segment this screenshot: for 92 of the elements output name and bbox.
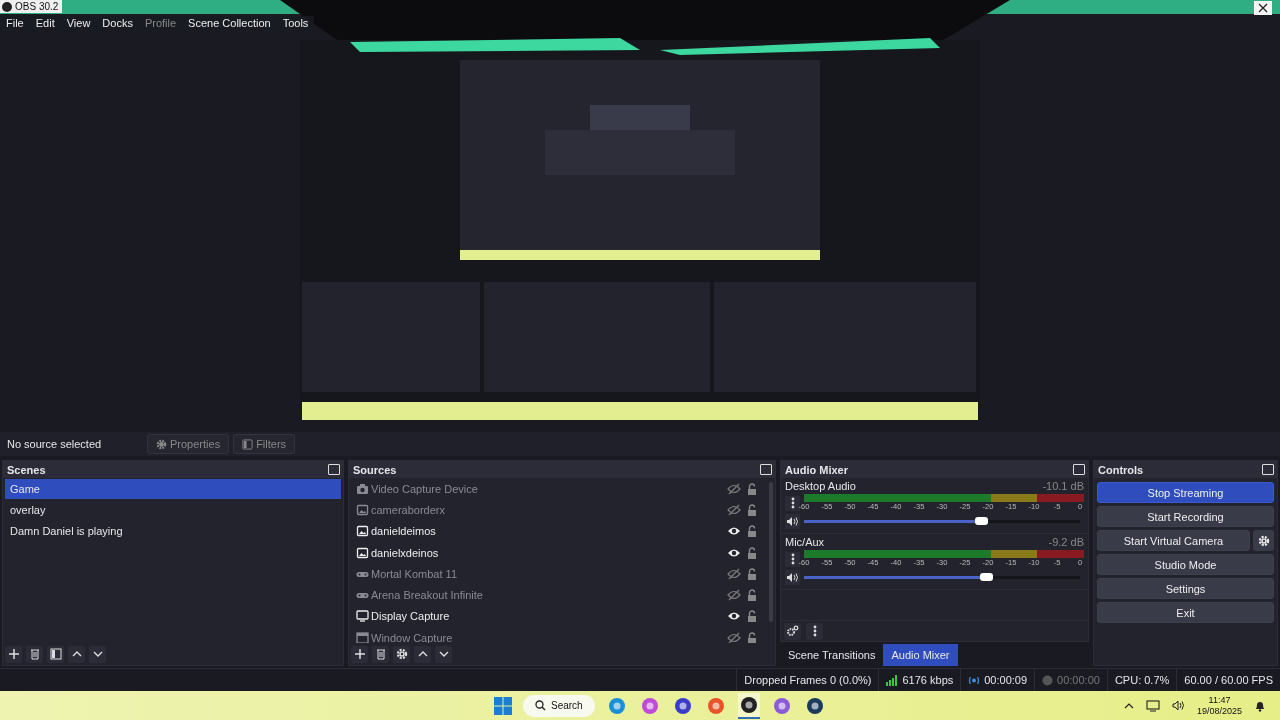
crossed-eye-icon[interactable] xyxy=(727,589,741,602)
source-name[interactable]: Window Capture xyxy=(371,631,727,643)
app-icon[interactable] xyxy=(673,696,692,715)
speaker-icon[interactable] xyxy=(785,514,800,529)
add-icon[interactable] xyxy=(5,645,22,663)
trash-icon[interactable] xyxy=(26,645,43,663)
record-time: 00:00:00 xyxy=(1057,674,1100,686)
search-icon xyxy=(535,700,546,711)
monitor-icon[interactable] xyxy=(1145,699,1160,712)
lock-icon[interactable] xyxy=(747,567,757,580)
trash-icon[interactable] xyxy=(372,645,389,663)
bell-icon[interactable] xyxy=(1254,699,1266,712)
slider-thumb[interactable] xyxy=(974,517,988,525)
camera-icon xyxy=(356,482,369,495)
undock-icon[interactable] xyxy=(1262,464,1274,475)
clock-time[interactable]: 11:47 xyxy=(1208,694,1231,706)
lock-icon[interactable] xyxy=(747,631,757,643)
volume-slider[interactable] xyxy=(804,520,1080,523)
settings-button[interactable] xyxy=(1253,530,1274,551)
volume-reading: -9.2 dB xyxy=(1048,536,1084,548)
app-icon[interactable] xyxy=(739,695,758,714)
volume-reading: -10.1 dB xyxy=(1042,480,1084,492)
speaker-icon[interactable] xyxy=(785,570,800,585)
control-button[interactable]: Stop Streaming xyxy=(1097,482,1274,503)
selection-label: No source selected xyxy=(7,438,103,450)
clock-date[interactable]: 19/08/2025 xyxy=(1196,705,1242,717)
settings-icon[interactable] xyxy=(393,645,410,663)
speaker-icon[interactable] xyxy=(1171,700,1185,711)
image-icon xyxy=(356,546,369,559)
source-name[interactable]: danieldeimos xyxy=(371,525,727,538)
lock-icon[interactable] xyxy=(747,503,757,516)
source-name[interactable]: Arena Breakout Infinite xyxy=(371,589,727,602)
filter-icon xyxy=(242,438,254,450)
gears-icon[interactable] xyxy=(784,622,801,640)
bitrate: 6176 kbps xyxy=(902,674,954,686)
add-icon[interactable] xyxy=(351,645,368,663)
more-icon[interactable] xyxy=(806,622,823,640)
display-icon xyxy=(356,610,369,623)
stream-time: 00:00:09 xyxy=(984,674,1028,686)
dock-title: Controls xyxy=(1098,463,1144,476)
windows-logo-icon[interactable] xyxy=(494,696,512,715)
crossed-eye-icon[interactable] xyxy=(727,567,741,580)
window-title: OBS 30.2 xyxy=(15,1,59,12)
control-button[interactable]: Start Recording xyxy=(1097,506,1274,527)
dock-title: Sources xyxy=(353,463,397,476)
dock-tab[interactable]: Scene Transitions xyxy=(780,644,884,666)
more-icon[interactable] xyxy=(785,495,800,511)
search-field[interactable]: Search xyxy=(523,694,595,717)
scene-item[interactable]: Damn Daniel is playing xyxy=(5,521,341,541)
app-logo-icon xyxy=(2,1,12,12)
broadcast-icon xyxy=(968,674,981,686)
source-name[interactable]: Display Capture xyxy=(371,610,727,623)
source-name[interactable]: cameraborderx xyxy=(371,503,727,516)
control-button[interactable]: Start Virtual Camera xyxy=(1097,530,1250,551)
volume-slider[interactable] xyxy=(804,576,1080,579)
dock-title: Audio Mixer xyxy=(785,463,848,476)
control-button[interactable]: Settings xyxy=(1097,578,1274,599)
lock-icon[interactable] xyxy=(747,482,757,495)
source-name[interactable]: Mortal Kombat 11 xyxy=(371,567,727,580)
undock-icon[interactable] xyxy=(760,464,772,475)
dock-tab[interactable]: Audio Mixer xyxy=(883,644,958,666)
lock-icon[interactable] xyxy=(747,546,757,559)
lock-icon[interactable] xyxy=(747,589,757,602)
record-icon xyxy=(1042,674,1054,686)
dock-title: Scenes xyxy=(7,463,46,476)
channel-name: Desktop Audio xyxy=(785,480,856,492)
undock-icon[interactable] xyxy=(328,464,340,475)
scene-item[interactable]: overlay xyxy=(5,500,341,520)
control-button[interactable]: Studio Mode xyxy=(1097,554,1274,575)
gear-icon xyxy=(156,438,167,450)
filter-icon[interactable] xyxy=(47,645,64,663)
lock-icon[interactable] xyxy=(747,610,757,623)
close-button[interactable] xyxy=(1254,1,1272,15)
source-name[interactable]: Video Capture Device xyxy=(371,482,727,495)
crossed-eye-icon[interactable] xyxy=(727,482,741,495)
slider-thumb[interactable] xyxy=(980,573,994,581)
image-icon xyxy=(356,525,369,538)
more-icon[interactable] xyxy=(785,551,800,567)
scene-item[interactable]: Game xyxy=(5,479,341,499)
crossed-eye-icon[interactable] xyxy=(727,631,741,643)
source-name[interactable]: danielxdeinos xyxy=(371,546,727,559)
channel-name: Mic/Aux xyxy=(785,536,825,548)
undock-icon[interactable] xyxy=(1073,464,1085,475)
gear-icon xyxy=(1257,534,1270,547)
crossed-eye-icon[interactable] xyxy=(727,503,741,516)
app-icon[interactable] xyxy=(805,696,824,715)
lock-icon[interactable] xyxy=(747,525,757,538)
control-button[interactable]: Exit xyxy=(1097,602,1274,623)
image-icon xyxy=(356,503,369,516)
window-icon xyxy=(356,631,369,643)
signal-icon xyxy=(886,674,899,686)
chevron-up-icon[interactable] xyxy=(1123,702,1134,709)
